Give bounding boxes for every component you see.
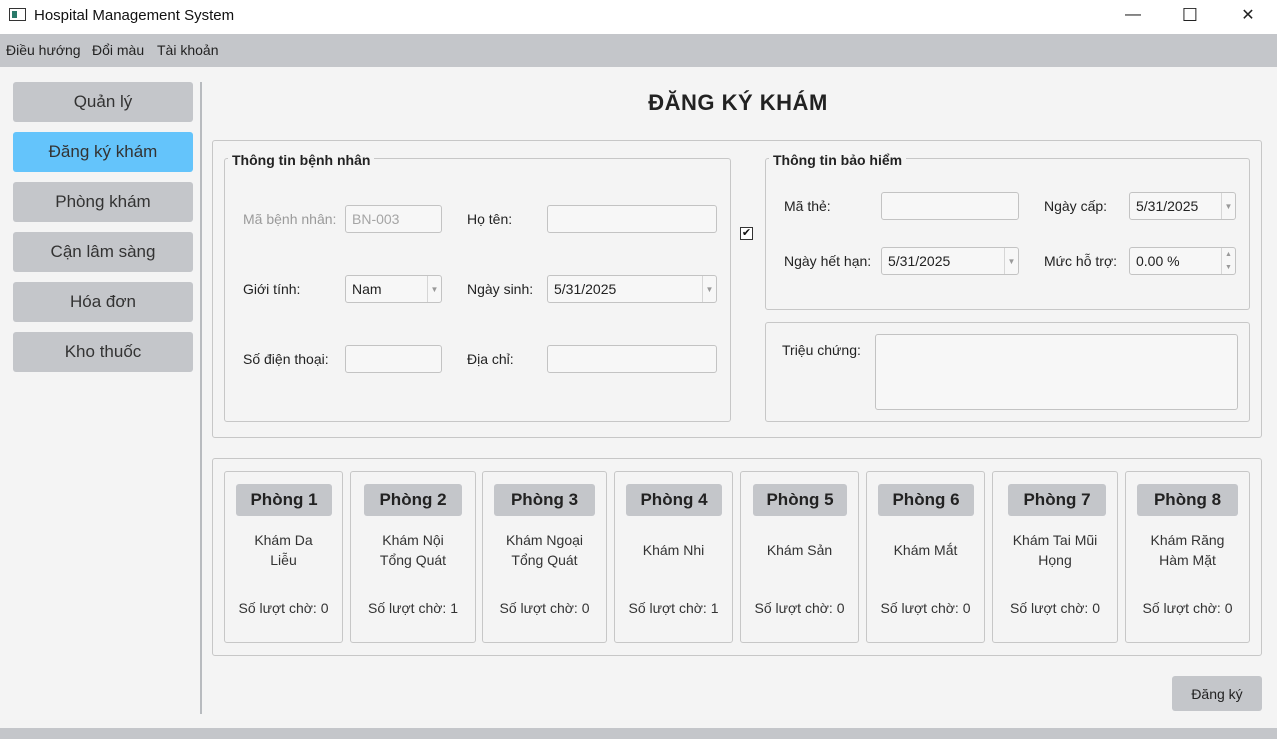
room-title[interactable]: Phòng 3	[494, 484, 595, 516]
close-button[interactable]: ✕	[1225, 0, 1271, 30]
room-title[interactable]: Phòng 4	[626, 484, 722, 516]
dob-label: Ngày sinh:	[467, 281, 534, 297]
room-title[interactable]: Phòng 8	[1137, 484, 1238, 516]
insurance-info-legend: Thông tin bảo hiểm	[769, 152, 907, 168]
room-description: Khám Sản	[766, 542, 833, 558]
menu-change-color[interactable]: Đổi màu	[92, 42, 144, 58]
minimize-button[interactable]: —	[1110, 0, 1156, 30]
phone-label: Số điện thoại:	[243, 351, 329, 367]
chevron-down-icon: ▼	[427, 276, 441, 302]
support-level-spinner[interactable]: 0.00 % ▲ ▼	[1129, 247, 1236, 275]
sidebar-item-clinic[interactable]: Phòng khám	[13, 182, 193, 222]
room-description: Khám Răng Hàm Mặt	[1150, 532, 1225, 568]
room-wait-count: Số lượt chờ: 0	[499, 600, 590, 616]
room-wait-count: Số lượt chờ: 0	[1142, 600, 1233, 616]
sidebar-item-paraclinical[interactable]: Cận lâm sàng	[13, 232, 193, 272]
room-description: Khám Mắt	[893, 542, 958, 558]
address-label: Địa chỉ:	[467, 351, 514, 367]
room-card[interactable]: Phòng 4 Khám Nhi Số lượt chờ: 1	[614, 471, 733, 643]
insurance-info-group	[765, 158, 1250, 310]
spinner-down-icon[interactable]: ▼	[1221, 261, 1235, 274]
insurance-checkbox[interactable]: ✔	[740, 227, 753, 240]
room-card[interactable]: Phòng 8 Khám Răng Hàm Mặt Số lượt chờ: 0	[1125, 471, 1250, 643]
sidebar-item-registration[interactable]: Đăng ký khám	[13, 132, 193, 172]
menu-bar: Điều hướng Đổi màu Tài khoản	[0, 34, 1277, 67]
room-card[interactable]: Phòng 5 Khám Sản Số lượt chờ: 0	[740, 471, 859, 643]
issue-date-picker[interactable]: 5/31/2025 ▼	[1129, 192, 1236, 220]
name-label: Họ tên:	[467, 211, 513, 227]
support-level-label: Mức hỗ trợ:	[1044, 253, 1118, 269]
sidebar-item-management[interactable]: Quản lý	[13, 82, 193, 122]
room-description: Khám Tai Mũi Họng	[1012, 532, 1098, 568]
title-bar: Hospital Management System — ☐ ✕	[0, 0, 1277, 34]
room-description: Khám Nhi	[642, 542, 705, 558]
room-title[interactable]: Phòng 5	[753, 484, 847, 516]
expiry-date-value: 5/31/2025	[888, 253, 951, 269]
patient-id-field: BN-003	[345, 205, 442, 233]
room-description: Khám Ngoại Tổng Quát	[505, 532, 584, 568]
issue-date-label: Ngày cấp:	[1044, 198, 1108, 214]
expiry-date-picker[interactable]: 5/31/2025 ▼	[881, 247, 1019, 275]
sidebar-item-invoice[interactable]: Hóa đơn	[13, 282, 193, 322]
window-title: Hospital Management System	[34, 7, 235, 24]
room-card[interactable]: Phòng 3 Khám Ngoại Tổng Quát Số lượt chờ:…	[482, 471, 607, 643]
room-card[interactable]: Phòng 7 Khám Tai Mũi Họng Số lượt chờ: 0	[992, 471, 1118, 643]
dob-datepicker[interactable]: 5/31/2025 ▼	[547, 275, 717, 303]
room-title[interactable]: Phòng 7	[1008, 484, 1106, 516]
chevron-down-icon: ▼	[702, 276, 716, 302]
room-wait-count: Số lượt chờ: 1	[628, 600, 719, 616]
app-icon	[9, 8, 26, 21]
room-title[interactable]: Phòng 6	[878, 484, 974, 516]
address-field[interactable]	[547, 345, 717, 373]
room-wait-count: Số lượt chờ: 1	[368, 600, 458, 616]
name-field[interactable]	[547, 205, 717, 233]
support-level-value: 0.00 %	[1136, 253, 1180, 269]
room-wait-count: Số lượt chờ: 0	[754, 600, 845, 616]
symptoms-label: Triệu chứng:	[782, 342, 861, 358]
room-wait-count: Số lượt chờ: 0	[880, 600, 971, 616]
sidebar-item-pharmacy[interactable]: Kho thuốc	[13, 332, 193, 372]
room-title[interactable]: Phòng 1	[236, 484, 332, 516]
card-number-label: Mã thẻ:	[784, 198, 831, 214]
room-card[interactable]: Phòng 6 Khám Mắt Số lượt chờ: 0	[866, 471, 985, 643]
dob-value: 5/31/2025	[554, 281, 617, 297]
room-wait-count: Số lượt chờ: 0	[238, 600, 329, 616]
chevron-down-icon: ▼	[1221, 193, 1235, 219]
register-button[interactable]: Đăng ký	[1172, 676, 1262, 711]
room-title[interactable]: Phòng 2	[364, 484, 462, 516]
patient-info-legend: Thông tin bệnh nhân	[228, 152, 375, 168]
room-description: Khám Nội Tổng Quát	[379, 532, 447, 568]
gender-label: Giới tính:	[243, 281, 301, 297]
maximize-button[interactable]: ☐	[1167, 0, 1213, 30]
menu-account[interactable]: Tài khoản	[157, 42, 218, 58]
card-number-field[interactable]	[881, 192, 1019, 220]
issue-date-value: 5/31/2025	[1136, 198, 1199, 214]
patient-id-label: Mã bệnh nhân:	[243, 211, 337, 227]
symptoms-textarea[interactable]	[875, 334, 1238, 410]
room-wait-count: Số lượt chờ: 0	[1010, 600, 1100, 616]
phone-field[interactable]	[345, 345, 442, 373]
expiry-date-label: Ngày hết hạn:	[784, 253, 872, 269]
gender-select[interactable]: Nam ▼	[345, 275, 442, 303]
menu-navigation[interactable]: Điều hướng	[6, 42, 81, 58]
room-card[interactable]: Phòng 1 Khám Da Liễu Số lượt chờ: 0	[224, 471, 343, 643]
sidebar-divider	[200, 82, 202, 714]
room-card[interactable]: Phòng 2 Khám Nội Tổng Quát Số lượt chờ: 1	[350, 471, 476, 643]
room-description: Khám Da Liễu	[254, 532, 313, 568]
status-bar	[0, 728, 1277, 739]
chevron-down-icon: ▼	[1004, 248, 1018, 274]
page-title: ĐĂNG KÝ KHÁM	[648, 90, 828, 115]
spinner-up-icon[interactable]: ▲	[1221, 248, 1235, 261]
gender-value: Nam	[352, 281, 382, 297]
